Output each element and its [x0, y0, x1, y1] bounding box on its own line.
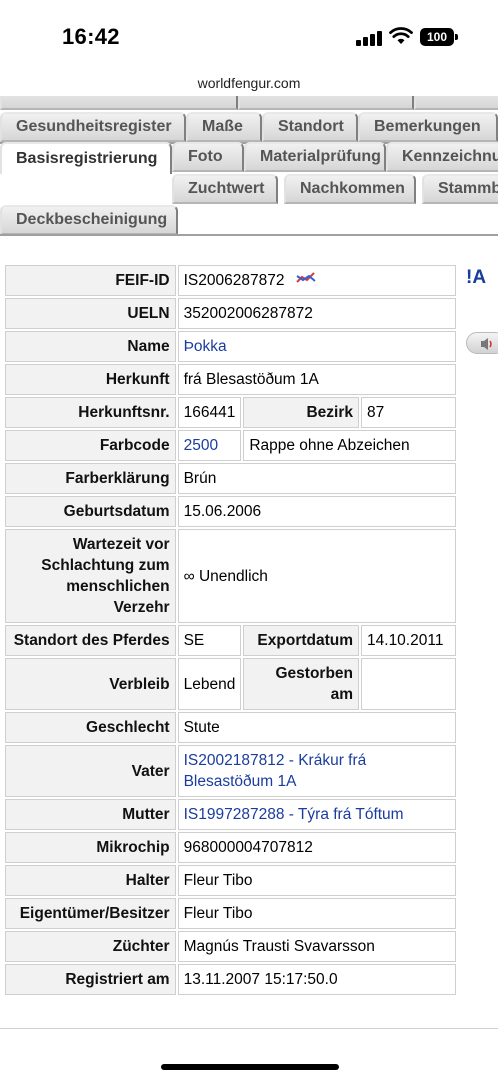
home-indicator[interactable]: [161, 1064, 339, 1070]
herkunft-value: frá Blesastöðum 1A: [177, 364, 456, 395]
bezirk-label: Bezirk: [243, 397, 360, 428]
row-wartezeit: Wartezeit vor Schlachtung zum menschlich…: [5, 529, 456, 623]
halter-label: Halter: [5, 865, 176, 896]
farberklaerung-label: Farberklärung: [5, 463, 176, 494]
feif-id-cell: IS2006287872: [177, 265, 456, 296]
row-standort: Standort des Pferdes SE Exportdatum 14.1…: [5, 625, 456, 656]
vater-label: Vater: [5, 745, 176, 797]
herkunft-label: Herkunft: [5, 364, 176, 395]
tab-kennzeichnung[interactable]: Kennzeichnung: [386, 142, 498, 172]
geschlecht-value: Stute: [177, 712, 456, 743]
row-herkunft: Herkunft frá Blesastöðum 1A: [5, 364, 456, 395]
infinity-icon: ∞: [183, 567, 195, 585]
tab-basisregistrierung[interactable]: Basisregistrierung: [0, 142, 172, 174]
speaker-button[interactable]: [466, 332, 498, 354]
feif-id-label: FEIF-ID: [5, 265, 176, 296]
row-herkunftsnr: Herkunftsnr. 166441 Bezirk 87: [5, 397, 456, 428]
mutter-link[interactable]: IS1997287288 - Týra frá Tóftum: [177, 799, 456, 830]
verbleib-value: Lebend: [177, 658, 242, 710]
row-farberklaerung: Farberklärung Brún: [5, 463, 456, 494]
verbleib-label: Verbleib: [5, 658, 176, 710]
bezirk-value: 87: [361, 397, 456, 428]
row-farbcode: Farbcode 2500 Rappe ohne Abzeichen: [5, 430, 456, 461]
row-ueln: UELN 352002006287872: [5, 298, 456, 329]
exportdatum-value: 14.10.2011: [361, 625, 456, 656]
row-name: Name Þokka: [5, 331, 456, 362]
tab-foto[interactable]: Foto: [172, 142, 244, 172]
farbcode-link[interactable]: 2500: [177, 430, 242, 461]
battery-tip: [455, 34, 458, 40]
status-bar: 16:42 100: [0, 0, 498, 72]
farbcode-description: Rappe ohne Abzeichen: [243, 430, 456, 461]
exportdatum-label: Exportdatum: [243, 625, 360, 656]
row-mikrochip: Mikrochip 968000004707812: [5, 832, 456, 863]
standort-value: SE: [177, 625, 242, 656]
ueln-label: UELN: [5, 298, 176, 329]
tab-standort[interactable]: Standort: [262, 112, 358, 142]
mutter-label: Mutter: [5, 799, 176, 830]
row-eigentuemer: Eigentümer/Besitzer Fleur Tibo: [5, 898, 456, 929]
tab-zuchtwert[interactable]: Zuchtwert: [172, 174, 278, 204]
battery-icon: 100: [420, 28, 454, 46]
tab-hidden-1[interactable]: [0, 96, 238, 110]
wartezeit-value: Unendlich: [198, 567, 268, 585]
gestorben-value: [361, 658, 456, 710]
farberklaerung-value: Brún: [177, 463, 456, 494]
tab-deckbescheinigung[interactable]: Deckbescheinigung: [0, 205, 178, 235]
eigentuemer-value: Fleur Tibo: [177, 898, 456, 929]
horse-details-table: FEIF-ID IS2006287872 UELN 35200200628787…: [3, 263, 458, 997]
tab-gesundheitsregister[interactable]: Gesundheitsregister: [0, 112, 186, 142]
row-geschlecht: Geschlecht Stute: [5, 712, 456, 743]
standort-label: Standort des Pferdes: [5, 625, 176, 656]
mikrochip-label: Mikrochip: [5, 832, 176, 863]
tab-materialpruefung[interactable]: Materialprüfung: [244, 142, 386, 172]
geburtsdatum-value: 15.06.2006: [177, 496, 456, 527]
row-feif-id: FEIF-ID IS2006287872: [5, 265, 456, 296]
row-mutter: Mutter IS1997287288 - Týra frá Tóftum: [5, 799, 456, 830]
herkunftsnr-value: 166441: [177, 397, 242, 428]
tab-bar: Gesundheitsregister Maße Standort Bemerk…: [0, 96, 498, 236]
name-label: Name: [5, 331, 176, 362]
row-halter: Halter Fleur Tibo: [5, 865, 456, 896]
name-link[interactable]: Þokka: [177, 331, 456, 362]
row-registriert: Registriert am 13.11.2007 15:17:50.0: [5, 964, 456, 995]
chart-icon[interactable]: [295, 270, 317, 286]
row-verbleib: Verbleib Lebend Gestorben am: [5, 658, 456, 710]
tab-bottom-line: [0, 234, 498, 236]
tab-nachkommen[interactable]: Nachkommen: [284, 174, 416, 204]
feif-id-value: IS2006287872: [183, 272, 285, 289]
tab-stammbaum[interactable]: Stammbaum: [422, 174, 498, 204]
side-mark[interactable]: !A: [466, 267, 486, 289]
status-time: 16:42: [62, 24, 120, 49]
url-display[interactable]: worldfengur.com: [0, 72, 498, 96]
farbcode-label: Farbcode: [5, 430, 176, 461]
wifi-icon: [389, 27, 413, 44]
eigentuemer-label: Eigentümer/Besitzer: [5, 898, 176, 929]
halter-value: Fleur Tibo: [177, 865, 456, 896]
wartezeit-label: Wartezeit vor Schlachtung zum menschlich…: [5, 529, 176, 623]
ueln-value: 352002006287872: [177, 298, 456, 329]
tab-bemerkungen[interactable]: Bemerkungen: [358, 112, 498, 142]
zuechter-value: Magnús Trausti Svavarsson: [177, 931, 456, 962]
herkunftsnr-label: Herkunftsnr.: [5, 397, 176, 428]
row-vater: Vater IS2002187812 - Krákur frá Blesastö…: [5, 745, 456, 797]
mikrochip-value: 968000004707812: [177, 832, 456, 863]
tab-hidden-3[interactable]: [414, 96, 498, 110]
geschlecht-label: Geschlecht: [5, 712, 176, 743]
tab-hidden-2[interactable]: [238, 96, 414, 110]
speaker-icon: [481, 338, 492, 350]
gestorben-label: Gestorben am: [243, 658, 360, 710]
zuechter-label: Züchter: [5, 931, 176, 962]
wartezeit-cell: ∞ Unendlich: [177, 529, 456, 623]
registriert-value: 13.11.2007 15:17:50.0: [177, 964, 456, 995]
bottom-divider: [0, 1028, 498, 1029]
registriert-label: Registriert am: [5, 964, 176, 995]
vater-link[interactable]: IS2002187812 - Krákur frá Blesastöðum 1A: [177, 745, 456, 797]
tab-masse[interactable]: Maße: [186, 112, 262, 142]
geburtsdatum-label: Geburtsdatum: [5, 496, 176, 527]
row-geburtsdatum: Geburtsdatum 15.06.2006: [5, 496, 456, 527]
cellular-signal-icon: [356, 30, 382, 46]
row-zuechter: Züchter Magnús Trausti Svavarsson: [5, 931, 456, 962]
